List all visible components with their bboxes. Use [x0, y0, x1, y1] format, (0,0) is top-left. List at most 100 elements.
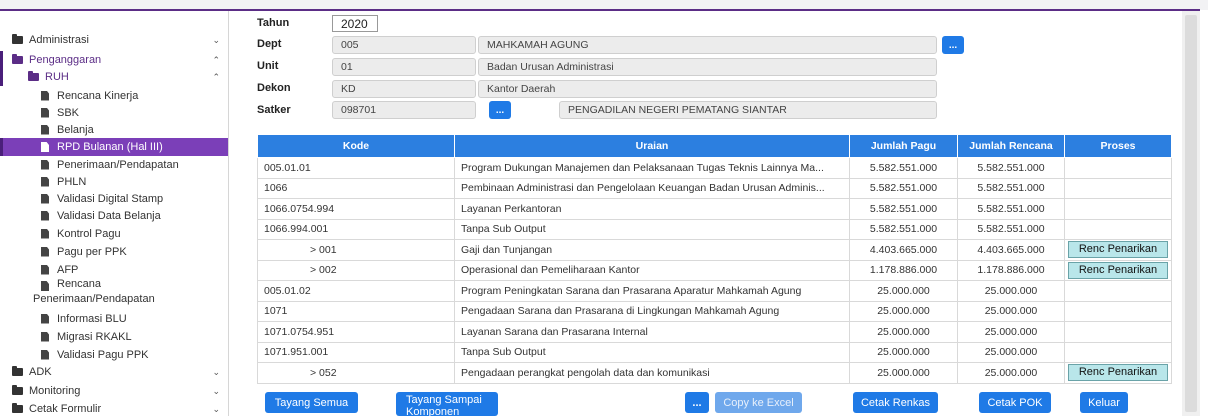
- sidebar-item-administrasi[interactable]: Administrasi ⌄: [0, 31, 228, 49]
- cell-proses: [1064, 300, 1172, 322]
- sidebar-item-informasi-blu[interactable]: Informasi BLU: [0, 310, 228, 327]
- satker-name-field[interactable]: PENGADILAN NEGERI PEMATANG SIANTAR: [559, 101, 937, 119]
- unit-label: Unit: [257, 60, 279, 72]
- chevron-up-icon: ⌃: [212, 71, 220, 82]
- renc-penarikan-button[interactable]: Renc Penarikan: [1068, 241, 1168, 259]
- tahun-field[interactable]: 2020: [332, 15, 378, 32]
- sidebar-item-afp[interactable]: AFP: [0, 261, 228, 278]
- table-row[interactable]: 1071.951.001 Tanpa Sub Output 25.000.000…: [257, 341, 1172, 363]
- folder-icon: [12, 366, 23, 376]
- cell-proses: Renc Penarikan: [1064, 259, 1172, 281]
- sidebar-item-sbk[interactable]: SBK: [0, 104, 228, 121]
- rpd-table: Kode Uraian Jumlah Pagu Jumlah Rencana P…: [257, 134, 1172, 384]
- col-header-uraian[interactable]: Uraian: [454, 134, 850, 158]
- dekon-label: Dekon: [257, 82, 291, 94]
- sidebar-item-ruh[interactable]: RUH ⌃: [0, 68, 228, 86]
- sidebar-item-validasi-data-belanja[interactable]: Validasi Data Belanja: [0, 207, 228, 224]
- cell-pagu: 5.582.551.000: [849, 198, 958, 220]
- dept-name-field[interactable]: MAHKAMAH AGUNG: [478, 36, 937, 54]
- sidebar-item-kontrol-pagu[interactable]: Kontrol Pagu: [0, 225, 228, 242]
- document-icon: [41, 176, 49, 187]
- top-bar: [0, 0, 1208, 11]
- table-row[interactable]: 1066.0754.994 Layanan Perkantoran 5.582.…: [257, 198, 1172, 220]
- vertical-scrollbar[interactable]: [1182, 11, 1200, 416]
- sidebar-item-label: Administrasi: [29, 34, 89, 46]
- table-row[interactable]: > 052 Pengadaan perangkat pengolah data …: [257, 362, 1172, 384]
- table-row[interactable]: > 002 Operasional dan Pemeliharaan Kanto…: [257, 259, 1172, 281]
- table-row[interactable]: > 001 Gaji dan Tunjangan 4.403.665.000 4…: [257, 239, 1172, 261]
- table-row[interactable]: 1066 Pembinaan Administrasi dan Pengelol…: [257, 177, 1172, 199]
- cell-pagu: 5.582.551.000: [849, 218, 958, 240]
- unit-name-field[interactable]: Badan Urusan Administrasi: [478, 58, 937, 76]
- sidebar-item-rpd-bulanan[interactable]: RPD Bulanan (Hal III): [0, 138, 228, 156]
- dept-code-field[interactable]: 005: [332, 36, 476, 54]
- sidebar-item-migrasi-rkakl[interactable]: Migrasi RKAKL: [0, 328, 228, 345]
- table-row[interactable]: 1071 Pengadaan Sarana dan Prasarana di L…: [257, 300, 1172, 322]
- cell-pagu: 25.000.000: [849, 341, 958, 363]
- sidebar-item-phln[interactable]: PHLN: [0, 173, 228, 190]
- dekon-code-field[interactable]: KD: [332, 80, 476, 98]
- sidebar-item-penganggaran[interactable]: Penganggaran ⌃: [0, 51, 228, 69]
- table-row[interactable]: 1071.0754.951 Layanan Sarana dan Prasara…: [257, 321, 1172, 343]
- sidebar-item-rencana-kinerja[interactable]: Rencana Kinerja: [0, 87, 228, 104]
- cetak-renkas-button[interactable]: Cetak Renkas: [853, 392, 938, 413]
- copy-ke-excel-button[interactable]: Copy ke Excel: [715, 392, 802, 413]
- table-row[interactable]: 005.01.01 Program Dukungan Manajemen dan…: [257, 157, 1172, 179]
- sidebar-item-label: Migrasi RKAKL: [57, 330, 132, 343]
- sidebar-item-validasi-pagu-ppk[interactable]: Validasi Pagu PPK: [0, 346, 228, 363]
- sidebar-item-label: ADK: [29, 366, 52, 378]
- folder-icon: [12, 403, 23, 413]
- cell-uraian: Program Dukungan Manajemen dan Pelaksana…: [454, 157, 850, 179]
- cell-proses: [1064, 321, 1172, 343]
- sidebar-item-label: Validasi Digital Stamp: [57, 192, 164, 205]
- renc-penarikan-button[interactable]: Renc Penarikan: [1068, 261, 1168, 279]
- col-header-proses[interactable]: Proses: [1064, 134, 1172, 158]
- col-header-jumlah-pagu[interactable]: Jumlah Pagu: [849, 134, 958, 158]
- tahun-label: Tahun: [257, 17, 290, 29]
- dekon-name-field[interactable]: Kantor Daerah: [478, 80, 937, 98]
- tayang-semua-button[interactable]: Tayang Semua: [265, 392, 358, 413]
- cell-kode: 005.01.02: [257, 280, 455, 302]
- satker-lookup-button[interactable]: ...: [489, 101, 511, 119]
- table-row[interactable]: 1066.994.001 Tanpa Sub Output 5.582.551.…: [257, 218, 1172, 240]
- cell-rencana: 25.000.000: [957, 321, 1065, 343]
- document-icon: [41, 313, 49, 324]
- cell-kode: 1071.951.001: [257, 341, 455, 363]
- cell-proses: [1064, 198, 1172, 220]
- tayang-sampai-komponen-button[interactable]: Tayang Sampai Komponen: [396, 392, 498, 416]
- cell-proses: [1064, 341, 1172, 363]
- document-icon: [41, 349, 49, 360]
- scrollbar-thumb[interactable]: [1185, 15, 1197, 412]
- more-options-button[interactable]: ...: [685, 392, 709, 413]
- col-header-kode[interactable]: Kode: [257, 134, 455, 158]
- chevron-down-icon: ⌄: [212, 403, 220, 414]
- unit-code-field[interactable]: 01: [332, 58, 476, 76]
- table-row[interactable]: 005.01.02 Program Peningkatan Sarana dan…: [257, 280, 1172, 302]
- sidebar-item-cetak-formulir[interactable]: Cetak Formulir ⌄: [0, 400, 228, 418]
- sidebar-item-adk[interactable]: ADK ⌄: [0, 363, 228, 381]
- keluar-button[interactable]: Keluar: [1080, 392, 1128, 413]
- cell-uraian: Layanan Sarana dan Prasarana Internal: [454, 321, 850, 343]
- sidebar-item-validasi-digital-stamp[interactable]: Validasi Digital Stamp: [0, 190, 228, 207]
- cetak-pok-button[interactable]: Cetak POK: [979, 392, 1051, 413]
- satker-code-field[interactable]: 098701: [332, 101, 476, 119]
- sidebar-item-monitoring[interactable]: Monitoring ⌄: [0, 382, 228, 400]
- dept-lookup-button[interactable]: ...: [942, 36, 964, 54]
- table-header-row: Kode Uraian Jumlah Pagu Jumlah Rencana P…: [257, 134, 1172, 158]
- sidebar: Administrasi ⌄ Penganggaran ⌃ RUH ⌃ Renc…: [0, 11, 229, 416]
- sidebar-item-penerimaan[interactable]: Penerimaan/Pendapatan: [0, 156, 228, 173]
- button-label-cont: Komponen: [406, 406, 460, 416]
- sidebar-item-belanja[interactable]: Belanja: [0, 121, 228, 138]
- sidebar-item-label: Validasi Data Belanja: [57, 209, 161, 222]
- sidebar-item-label: Informasi BLU: [57, 312, 127, 325]
- sidebar-item-pagu-per-ppk[interactable]: Pagu per PPK: [0, 243, 228, 260]
- chevron-down-icon: ⌄: [212, 385, 220, 396]
- cell-rencana: 5.582.551.000: [957, 177, 1065, 199]
- document-icon: [41, 90, 49, 101]
- col-header-jumlah-rencana[interactable]: Jumlah Rencana: [957, 134, 1065, 158]
- cell-uraian: Pengadaan perangkat pengolah data dan ko…: [454, 362, 850, 384]
- cell-rencana: 25.000.000: [957, 341, 1065, 363]
- renc-penarikan-button[interactable]: Renc Penarikan: [1068, 364, 1168, 382]
- cell-pagu: 25.000.000: [849, 321, 958, 343]
- document-icon: [41, 193, 49, 204]
